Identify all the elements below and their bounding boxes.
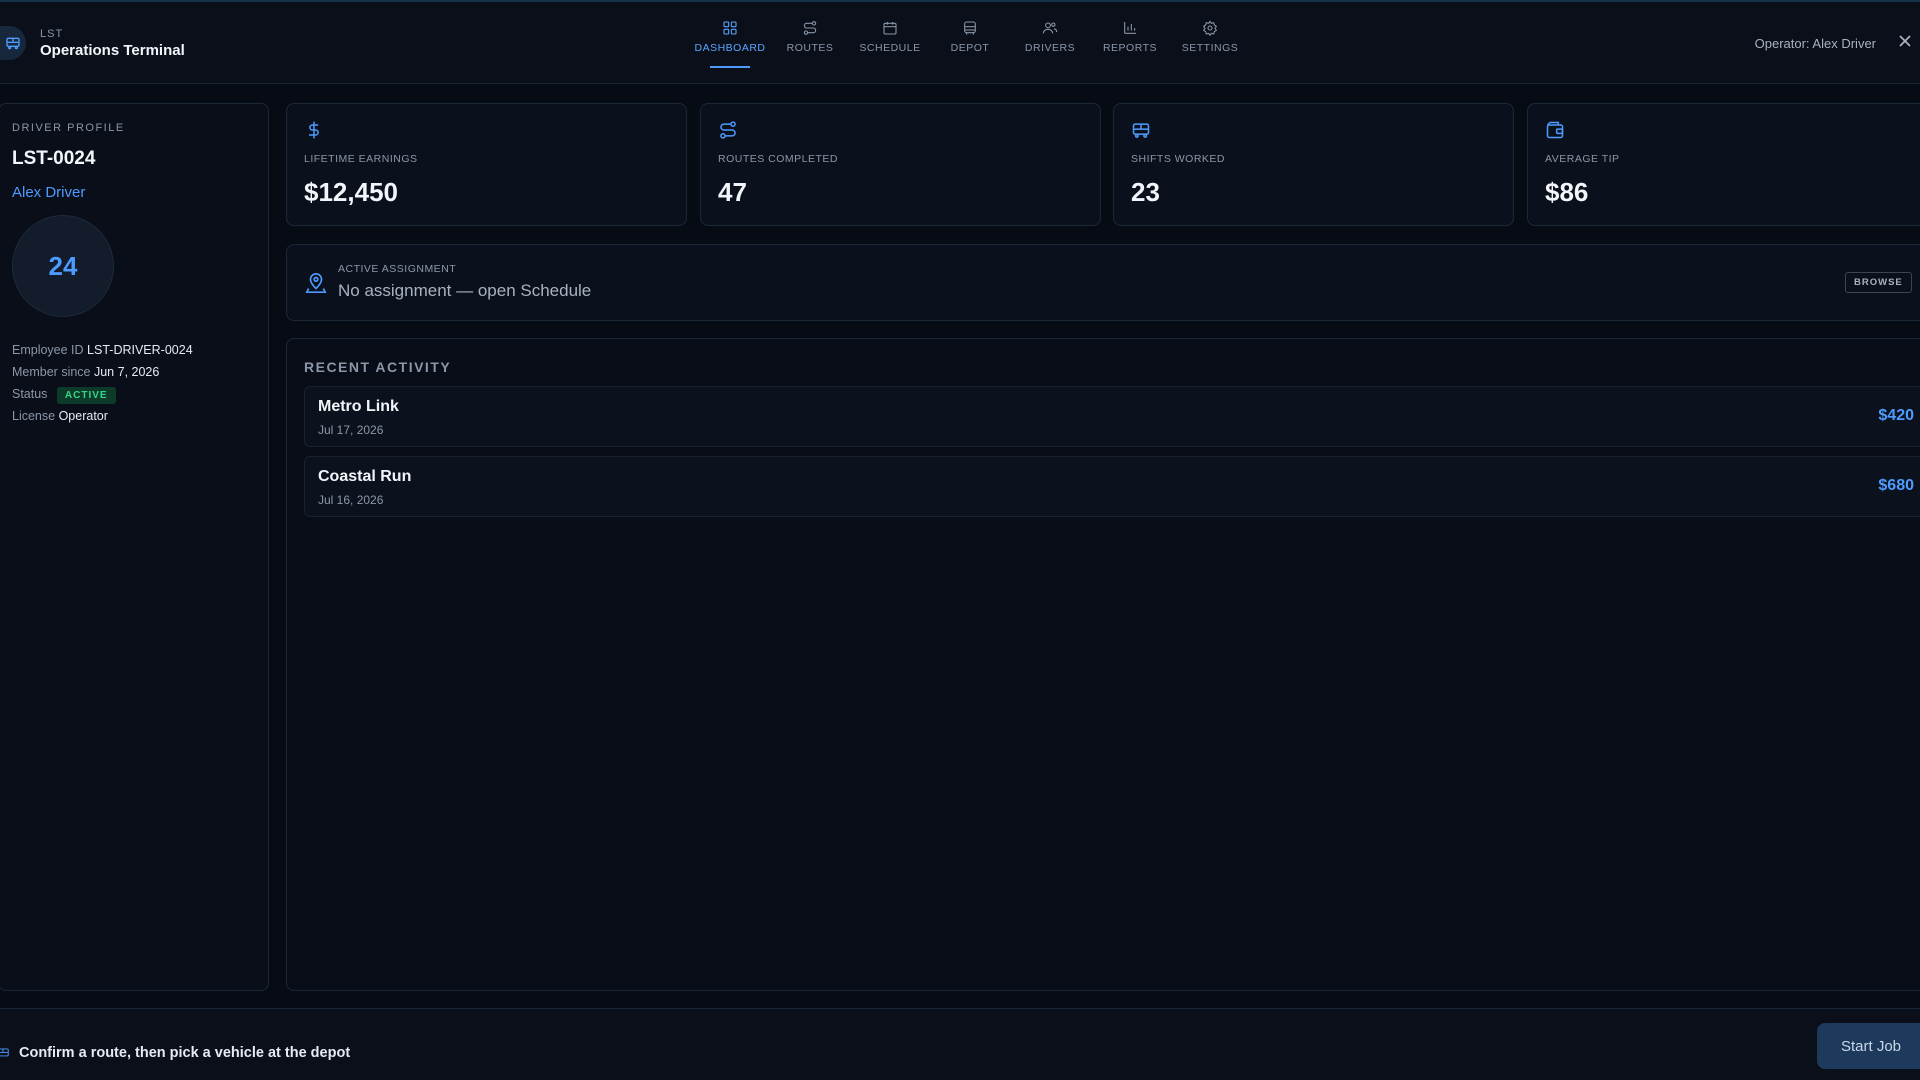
stat-label: SHIFTS WORKED — [1131, 153, 1226, 165]
dollar-icon — [309, 121, 319, 139]
route-icon — [803, 21, 817, 35]
status-badge: ACTIVE — [56, 387, 116, 404]
route-icon — [720, 121, 736, 139]
stat-label: LIFETIME EARNINGS — [304, 153, 418, 165]
wallet-icon — [1546, 121, 1564, 139]
activity-date: Jul 16, 2026 — [318, 493, 384, 507]
footer-bar: Confirm a route, then pick a vehicle at … — [0, 1008, 1920, 1080]
activity-amount: $420 — [1878, 407, 1914, 424]
tab-drivers[interactable]: DRIVERS — [1010, 20, 1090, 66]
driver-profile-panel: DRIVER PROFILE LST-0024 Alex Driver 24 E… — [0, 103, 269, 991]
member-since-label: Member since — [12, 365, 91, 379]
operator-label: Operator: Alex Driver — [1754, 36, 1876, 51]
member-since-value: Jun 7, 2026 — [93, 365, 160, 379]
activity-title: Coastal Run — [318, 468, 412, 485]
bus-icon — [964, 21, 976, 35]
license-value: Operator — [58, 409, 108, 423]
assignment-label: ACTIVE ASSIGNMENT — [338, 263, 457, 275]
stat-card-shifts-worked: SHIFTS WORKED 23 — [1113, 103, 1514, 226]
top-header: LST Operations Terminal DASHBOARD ROUTES… — [0, 2, 1920, 84]
bus-logo-icon — [0, 26, 26, 60]
map-pin-icon — [305, 272, 327, 294]
stat-label: AVERAGE TIP — [1545, 153, 1620, 165]
driver-level-badge: 24 — [12, 215, 114, 317]
activity-item[interactable]: Metro Link Jul 17, 2026 $420 — [304, 386, 1920, 447]
profile-details: Employee ID LST-DRIVER-0024 Member since… — [12, 339, 255, 427]
app-title: Operations Terminal — [40, 41, 185, 59]
stat-value: 47 — [718, 177, 747, 207]
member-since-row: Member since Jun 7, 2026 — [12, 361, 255, 383]
stat-card-average-tip: AVERAGE TIP $86 — [1527, 103, 1920, 226]
bar-chart-icon — [1124, 22, 1136, 34]
tab-depot[interactable]: DEPOT — [930, 20, 1010, 66]
employee-id-label: Employee ID — [12, 343, 84, 357]
tab-reports[interactable]: REPORTS — [1090, 20, 1170, 66]
tab-label: DASHBOARD — [694, 42, 766, 54]
driver-id: LST-0024 — [12, 148, 96, 169]
bus-icon — [0, 1046, 10, 1060]
footer-hint: Confirm a route, then pick a vehicle at … — [19, 1045, 351, 1061]
browse-button[interactable]: BROWSE — [1845, 272, 1912, 293]
driver-name: Alex Driver — [12, 184, 86, 201]
section-label: DRIVER PROFILE — [12, 122, 125, 134]
tab-label: SCHEDULE — [859, 42, 921, 54]
brand-sub: LST — [40, 27, 64, 40]
calendar-icon — [883, 22, 897, 35]
main-nav: DASHBOARD ROUTES SCHEDULE DEPOT DRIVERS … — [690, 20, 1250, 68]
stat-label: ROUTES COMPLETED — [718, 153, 839, 165]
app-window: LST Operations Terminal DASHBOARD ROUTES… — [0, 0, 1920, 1080]
activity-amount: $680 — [1878, 477, 1914, 494]
tab-settings[interactable]: SETTINGS — [1170, 20, 1250, 66]
stat-value: $86 — [1545, 177, 1589, 207]
close-button[interactable] — [1898, 34, 1914, 50]
gear-icon — [1202, 20, 1218, 36]
tab-label: REPORTS — [1102, 42, 1158, 54]
assignment-text: No assignment — open Schedule — [338, 281, 592, 300]
employee-id-value: LST-DRIVER-0024 — [87, 343, 193, 357]
activity-title: Metro Link — [318, 398, 399, 415]
brand: LST Operations Terminal — [0, 26, 185, 60]
users-icon — [1042, 22, 1058, 34]
stat-card-routes-completed: ROUTES COMPLETED 47 — [700, 103, 1101, 226]
tab-label: DEPOT — [950, 42, 990, 54]
close-icon — [1899, 35, 1911, 47]
status-row: Status ACTIVE — [12, 383, 255, 405]
active-assignment-card: ACTIVE ASSIGNMENT No assignment — open S… — [286, 244, 1920, 321]
employee-id-row: Employee ID LST-DRIVER-0024 — [12, 339, 255, 361]
license-label: License — [12, 409, 56, 423]
tab-label: ROUTES — [786, 42, 834, 54]
stat-value: 23 — [1131, 177, 1160, 207]
activity-item[interactable]: Coastal Run Jul 16, 2026 $680 — [304, 456, 1920, 517]
tab-schedule[interactable]: SCHEDULE — [850, 20, 930, 66]
tab-dashboard[interactable]: DASHBOARD — [690, 20, 770, 68]
license-row: License Operator — [12, 405, 255, 427]
recent-activity-panel: RECENT ACTIVITY Metro Link Jul 17, 2026 … — [286, 338, 1920, 991]
status-label: Status — [12, 387, 48, 401]
tab-routes[interactable]: ROUTES — [770, 20, 850, 66]
tab-label: SETTINGS — [1181, 42, 1239, 54]
grid-icon — [723, 21, 737, 35]
start-job-button[interactable]: Start Job — [1817, 1023, 1920, 1069]
recent-activity-title: RECENT ACTIVITY — [304, 359, 452, 375]
bus-icon — [1132, 123, 1150, 138]
activity-date: Jul 17, 2026 — [318, 423, 384, 437]
stat-value: $12,450 — [304, 177, 398, 207]
stat-card-lifetime-earnings: LIFETIME EARNINGS $12,450 — [286, 103, 687, 226]
tab-label: DRIVERS — [1024, 42, 1076, 54]
